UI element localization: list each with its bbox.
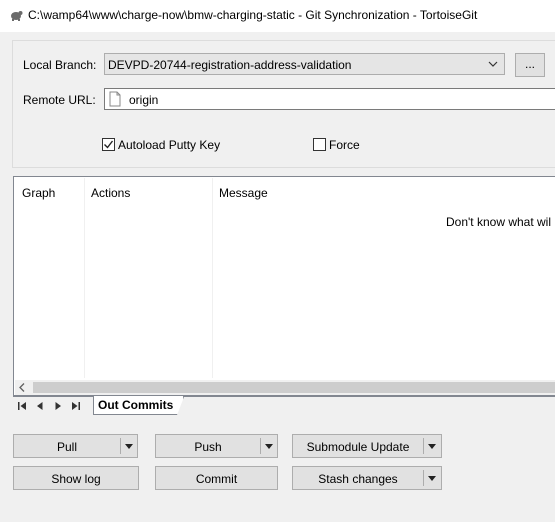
split-divider (423, 470, 424, 486)
split-divider (423, 438, 424, 454)
browse-branch-button[interactable]: ... (515, 53, 545, 77)
empty-list-message: Don't know what wil (446, 215, 551, 229)
stash-changes-button[interactable]: Stash changes (292, 466, 442, 490)
commit-button-label: Commit (195, 472, 238, 486)
remote-url-field[interactable]: origin (104, 88, 555, 110)
pull-button-label: Pull (56, 440, 77, 454)
tortoisegit-app-icon (11, 11, 23, 21)
column-divider (212, 178, 213, 378)
last-tab-icon[interactable] (70, 399, 82, 413)
document-icon (109, 91, 121, 107)
title-bar: C:\wamp64\www\charge-now\bmw-charging-st… (0, 0, 555, 32)
tab-out-commits[interactable]: Out Commits (93, 396, 185, 415)
column-header-graph[interactable]: Graph (22, 186, 55, 200)
stash-changes-button-label: Stash changes (318, 472, 398, 486)
commits-list[interactable]: Graph Actions Message Don't know what wi… (13, 176, 555, 396)
local-branch-value: DEVPD-20744-registration-address-validat… (108, 58, 352, 72)
force-label[interactable]: Force (329, 138, 360, 152)
split-divider (120, 438, 121, 454)
push-button[interactable]: Push (155, 434, 278, 458)
autoload-putty-key-checkbox[interactable] (102, 138, 115, 151)
column-header-message[interactable]: Message (219, 186, 268, 200)
show-log-button[interactable]: Show log (13, 466, 139, 490)
commits-tab-bar: Out Commits (13, 396, 555, 416)
submodule-update-button[interactable]: Submodule Update (292, 434, 442, 458)
window-title: C:\wamp64\www\charge-now\bmw-charging-st… (28, 8, 478, 22)
autoload-putty-key-label[interactable]: Autoload Putty Key (118, 138, 220, 152)
column-divider (84, 178, 85, 378)
dropdown-arrow-icon[interactable] (264, 441, 274, 451)
force-checkbox[interactable] (313, 138, 326, 151)
dropdown-arrow-icon[interactable] (427, 473, 437, 483)
first-tab-icon[interactable] (16, 399, 28, 413)
previous-tab-icon[interactable] (34, 399, 46, 413)
dropdown-arrow-icon[interactable] (427, 441, 437, 451)
dropdown-arrow-icon[interactable] (124, 441, 134, 451)
show-log-button-label: Show log (51, 472, 101, 486)
remote-url-label: Remote URL: (23, 93, 96, 107)
pull-button[interactable]: Pull (13, 434, 138, 458)
horizontal-scrollbar[interactable] (15, 380, 555, 395)
submodule-update-button-label: Submodule Update (306, 440, 410, 454)
push-button-label: Push (194, 440, 222, 454)
remote-url-value: origin (129, 93, 159, 107)
scrollbar-thumb[interactable] (33, 382, 555, 393)
checkmark-icon (104, 140, 114, 149)
split-divider (260, 438, 261, 454)
scroll-left-icon[interactable] (15, 380, 29, 395)
local-branch-combobox[interactable]: DEVPD-20744-registration-address-validat… (104, 53, 505, 75)
next-tab-icon[interactable] (52, 399, 64, 413)
commit-button[interactable]: Commit (155, 466, 278, 490)
column-header-actions[interactable]: Actions (91, 186, 130, 200)
local-branch-label: Local Branch: (23, 58, 97, 72)
chevron-down-icon (488, 61, 498, 67)
